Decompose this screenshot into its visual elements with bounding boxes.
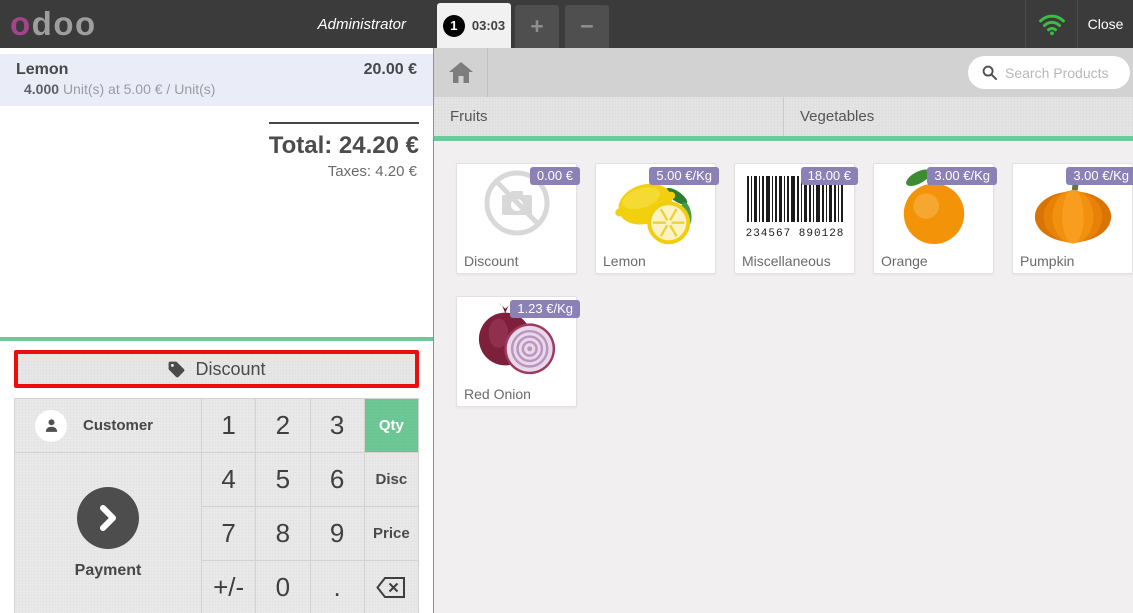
- numpad-key-5[interactable]: 5: [256, 453, 310, 506]
- order-line-detail: 4.000 Unit(s) at 5.00 € / Unit(s): [24, 81, 417, 97]
- topbar: odoo Administrator 1 03:03 + − Close: [0, 0, 1133, 48]
- order-total-value: 24.20 €: [338, 132, 419, 159]
- odoo-logo: odoo: [10, 2, 97, 46]
- discount-button-label: Discount: [195, 358, 266, 379]
- numpad-key-2[interactable]: 2: [256, 399, 310, 452]
- numpad-key-3[interactable]: 3: [310, 399, 364, 452]
- numpad-key-price[interactable]: Price: [364, 507, 418, 560]
- numpad-key-9[interactable]: 9: [310, 507, 364, 560]
- product-grid: 0.00 € Discount 5.00 €/Kg Lemon 18.00 €: [434, 141, 1133, 613]
- order-line-unit-info: Unit(s) at 5.00 € / Unit(s): [62, 81, 216, 97]
- order-line-quantity: 4.000: [24, 81, 60, 97]
- product-price-badge: 3.00 €/Kg: [927, 167, 997, 185]
- product-name-label: Discount: [464, 253, 519, 269]
- home-icon: [448, 61, 473, 83]
- topbar-left: odoo Administrator: [0, 0, 434, 48]
- main-area: Lemon 20.00 € 4.000 Unit(s) at 5.00 € / …: [0, 48, 1133, 613]
- order-line-price: 20.00 €: [363, 61, 417, 78]
- product-price-badge: 5.00 €/Kg: [649, 167, 719, 185]
- numpad-key-8[interactable]: 8: [256, 507, 310, 560]
- topbar-status: Close: [1025, 0, 1133, 48]
- connection-status: [1025, 0, 1077, 48]
- numpad-key-backspace[interactable]: [364, 561, 418, 613]
- product-name-label: Miscellaneous: [742, 253, 831, 269]
- pos-app: odoo Administrator 1 03:03 + − Close Lem…: [0, 0, 1133, 613]
- add-order-button[interactable]: +: [515, 5, 559, 48]
- customer-button[interactable]: Customer: [15, 399, 201, 452]
- wifi-icon: [1038, 14, 1065, 35]
- product-name-label: Red Onion: [464, 386, 531, 402]
- payment-button[interactable]: Payment: [15, 453, 201, 613]
- product-card-pumpkin[interactable]: 3.00 €/Kg Pumpkin: [1012, 163, 1133, 274]
- product-name-label: Pumpkin: [1020, 253, 1075, 269]
- search-icon: [982, 65, 997, 80]
- svg-text:1 234567 890128 >: 1 234567 890128 >: [743, 228, 847, 240]
- order-tab-time: 03:03: [471, 18, 506, 33]
- product-panel: Fruits Vegetables 0.00 € Discount 5.00 €…: [434, 48, 1133, 613]
- chevron-right-icon: [100, 505, 116, 531]
- order-line-main: Lemon 20.00 €: [16, 61, 417, 79]
- odoo-logo-o: o: [10, 5, 32, 42]
- products-control-bar: [434, 48, 1133, 97]
- product-price-badge: 18.00 €: [800, 167, 858, 185]
- avatar: [35, 409, 67, 442]
- order-line-product: Lemon: [16, 61, 69, 78]
- numpad-key-qty[interactable]: Qty: [364, 399, 418, 452]
- barcode-image: 1 234567 890128 >: [743, 176, 847, 240]
- odoo-logo-rest: doo: [31, 5, 97, 42]
- order-tab-number-badge: 1: [442, 14, 465, 37]
- username-label: Administrator: [317, 15, 406, 33]
- home-category-button[interactable]: [434, 48, 488, 97]
- product-price-badge: 1.23 €/Kg: [510, 300, 580, 318]
- product-card-lemon[interactable]: 5.00 €/Kg Lemon: [595, 163, 719, 274]
- order-tab-bar: 1 03:03 + − Close: [434, 0, 1133, 48]
- product-price-badge: 0.00 €: [529, 167, 580, 185]
- category-vegetables[interactable]: Vegetables: [783, 97, 1133, 136]
- numpad-key-disc[interactable]: Disc: [364, 453, 418, 506]
- product-price-badge: 3.00 €/Kg: [1066, 167, 1133, 185]
- category-fruits[interactable]: Fruits: [434, 97, 783, 136]
- order-panel: Lemon 20.00 € 4.000 Unit(s) at 5.00 € / …: [0, 48, 434, 613]
- order-total: Total: 24.20 €: [268, 122, 419, 160]
- product-card-orange[interactable]: 3.00 €/Kg Orange: [873, 163, 997, 274]
- pads-grid: Customer Payment 1 2 3 Qty 4 5 6 Disc 7 8 9 Price +/…: [14, 398, 419, 613]
- order-total-label: Total:: [268, 132, 333, 159]
- numpad-key-4[interactable]: 4: [202, 453, 256, 506]
- order-summary: Total: 24.20 € Taxes: 4.20 €: [0, 106, 433, 180]
- order-tab[interactable]: 1 03:03: [437, 3, 511, 48]
- numpad-key-1[interactable]: 1: [202, 399, 256, 452]
- backspace-icon: [376, 577, 406, 598]
- order-taxes: Taxes: 4.20 €: [0, 163, 419, 180]
- category-bar: Fruits Vegetables: [434, 97, 1133, 141]
- order-taxes-value: 4.20 €: [375, 163, 417, 180]
- person-icon: [45, 419, 57, 432]
- product-name-label: Lemon: [603, 253, 646, 269]
- discount-button[interactable]: Discount: [14, 350, 419, 388]
- product-card-discount[interactable]: 0.00 € Discount: [456, 163, 580, 274]
- remove-order-button[interactable]: −: [565, 5, 609, 48]
- product-card-red-onion[interactable]: 1.23 €/Kg Red Onion: [456, 296, 580, 407]
- search-box: [968, 56, 1130, 89]
- search-input[interactable]: [1005, 64, 1117, 81]
- close-button[interactable]: Close: [1077, 0, 1133, 48]
- order-taxes-label: Taxes:: [327, 163, 372, 180]
- tag-icon: [169, 361, 185, 377]
- numpad-key-dot[interactable]: .: [310, 561, 364, 613]
- control-pane: Discount Customer Payment 1 2 3 Qty 4 5 …: [0, 341, 433, 613]
- customer-button-label: Customer: [83, 417, 154, 434]
- payment-circle: [77, 487, 139, 549]
- payment-button-label: Payment: [74, 562, 142, 579]
- order-lines-area: Lemon 20.00 € 4.000 Unit(s) at 5.00 € / …: [0, 48, 433, 337]
- numpad-key-plus-minus[interactable]: +/-: [202, 561, 256, 613]
- numpad-key-7[interactable]: 7: [202, 507, 256, 560]
- numpad-key-6[interactable]: 6: [310, 453, 364, 506]
- order-line[interactable]: Lemon 20.00 € 4.000 Unit(s) at 5.00 € / …: [0, 54, 433, 106]
- product-name-label: Orange: [881, 253, 928, 269]
- numpad-key-0[interactable]: 0: [256, 561, 310, 613]
- product-card-miscellaneous[interactable]: 18.00 € 1 234567 890128 > Miscellaneous: [734, 163, 858, 274]
